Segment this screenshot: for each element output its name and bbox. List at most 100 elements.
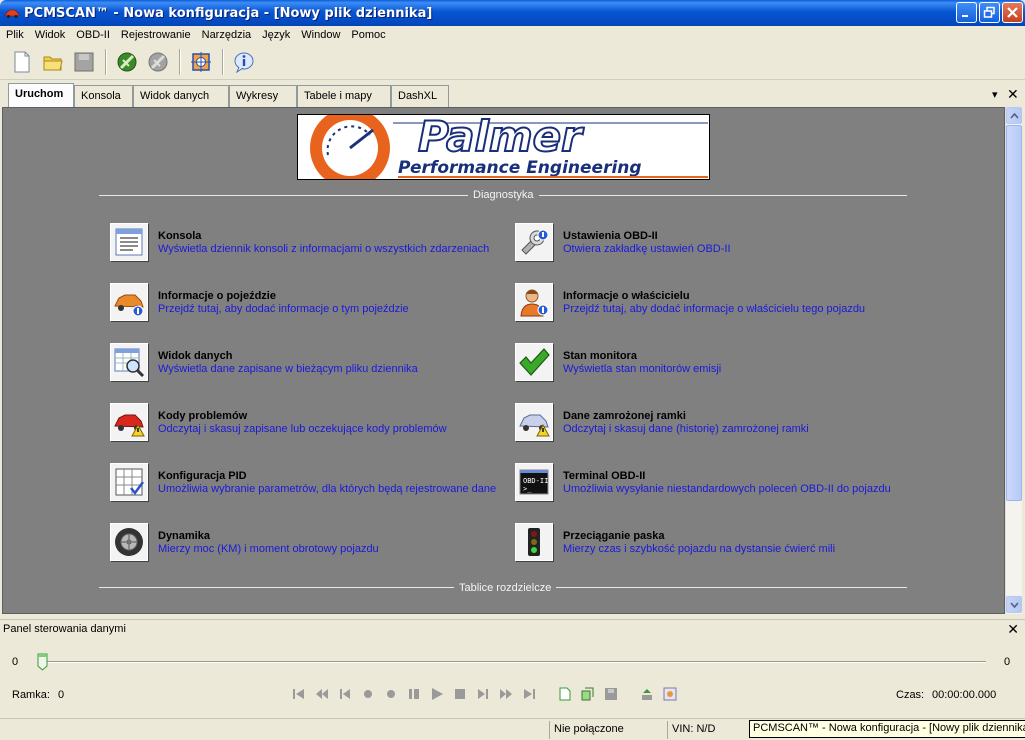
menu-logging[interactable]: Rejestrowanie <box>115 26 196 44</box>
scroll-up-button[interactable] <box>1006 107 1022 124</box>
entry-pid-config[interactable]: Konfiguracja PID Umożliwia wybranie para… <box>110 463 510 507</box>
entry-title[interactable]: Informacje o pojeździe <box>158 290 276 302</box>
tab-data-view[interactable]: Widok danych <box>133 85 229 107</box>
entry-description[interactable]: Odczytaj i skasuj dane (historię) zamroż… <box>563 423 809 435</box>
entry-icon-box[interactable] <box>515 403 553 441</box>
entry-icon-box[interactable] <box>515 343 553 381</box>
logo-tagline: Performance Engineering <box>398 158 642 178</box>
tab-console[interactable]: Konsola <box>74 85 133 107</box>
entry-icon-box[interactable] <box>515 283 553 321</box>
stop-frame-button[interactable] <box>406 686 422 702</box>
entry-title[interactable]: Konsola <box>158 230 201 242</box>
panel-close-icon[interactable]: ✕ <box>1007 621 1019 638</box>
entry-icon-box[interactable] <box>110 403 148 441</box>
menu-obd[interactable]: OBD-II <box>70 26 115 44</box>
entry-description[interactable]: Wyświetla dane zapisane w bieżącym pliku… <box>158 363 418 375</box>
entry-description[interactable]: Umożliwia wysyłanie niestandardowych pol… <box>563 483 891 495</box>
menu-view[interactable]: Widok <box>29 26 71 44</box>
entry-description[interactable]: Wyświetla stan monitorów emisji <box>563 363 721 375</box>
new-file-button[interactable] <box>8 48 36 76</box>
step-forward-button[interactable] <box>475 686 491 702</box>
playback-slider[interactable] <box>38 661 986 663</box>
entry-icon-box[interactable] <box>110 283 148 321</box>
entry-description[interactable]: Wyświetla dziennik konsoli z informacjam… <box>158 243 489 255</box>
entry-title[interactable]: Informacje o właścicielu <box>563 290 690 302</box>
entry-icon-box[interactable] <box>110 343 148 381</box>
last-frame-button[interactable] <box>521 686 537 702</box>
menu-help[interactable]: Pomoc <box>345 26 390 44</box>
entry-console[interactable]: Konsola Wyświetla dziennik konsoli z inf… <box>110 223 510 267</box>
menu-language[interactable]: Język <box>256 26 295 44</box>
pause-dot-button[interactable] <box>383 686 399 702</box>
title-bar[interactable]: PCMSCAN™ - Nowa konfiguracja - [Nowy pli… <box>0 0 1025 26</box>
entry-title[interactable]: Kody problemów <box>158 410 247 422</box>
entry-title[interactable]: Dynamika <box>158 530 210 542</box>
entry-title[interactable]: Dane zamrożonej ramki <box>563 410 686 422</box>
menu-tools[interactable]: Narzędzia <box>196 26 257 44</box>
entry-title[interactable]: Ustawienia OBD-II <box>563 230 658 242</box>
entry-title[interactable]: Przeciąganie paska <box>563 530 665 542</box>
entry-icon-box[interactable] <box>110 523 148 561</box>
connect-button[interactable] <box>113 48 141 76</box>
entry-owner-info[interactable]: Informacje o właścicielu Przejdź tutaj, … <box>515 283 915 327</box>
entry-monitor-status[interactable]: Stan monitora Wyświetla stan monitorów e… <box>515 343 915 387</box>
new-log-button[interactable] <box>557 686 573 702</box>
entry-dyno[interactable]: Dynamika Mierzy moc (KM) i moment obroto… <box>110 523 510 567</box>
restore-button[interactable] <box>979 2 1000 23</box>
scroll-thumb[interactable] <box>1006 125 1022 501</box>
entry-title[interactable]: Terminal OBD-II <box>563 470 645 482</box>
play-button[interactable] <box>429 686 445 702</box>
save-log-button[interactable] <box>603 686 619 702</box>
entry-description[interactable]: Mierzy czas i szybkość pojazdu na dystan… <box>563 543 835 555</box>
entry-description[interactable]: Otwiera zakładkę ustawień OBD-II <box>563 243 731 255</box>
entry-description[interactable]: Odczytaj i skasuj zapisane lub oczekując… <box>158 423 447 435</box>
entry-trouble-codes[interactable]: Kody problemów Odczytaj i skasuj zapisan… <box>110 403 510 447</box>
record-button[interactable] <box>360 686 376 702</box>
stop-button[interactable] <box>452 686 468 702</box>
scroll-down-button[interactable] <box>1006 596 1022 613</box>
open-folder-button[interactable] <box>39 48 67 76</box>
entry-icon-box[interactable] <box>515 523 553 561</box>
entry-obd-settings[interactable]: Ustawienia OBD-II Otwiera zakładkę ustaw… <box>515 223 915 267</box>
entry-drag-race[interactable]: Przeciąganie paska Mierzy czas i szybkoś… <box>515 523 915 567</box>
fast-rewind-button[interactable] <box>314 686 330 702</box>
tab-dashxl[interactable]: DashXL <box>391 85 449 107</box>
menu-window[interactable]: Window <box>295 26 345 44</box>
fast-forward-button[interactable] <box>498 686 514 702</box>
export-button[interactable] <box>639 686 655 702</box>
first-frame-button[interactable] <box>291 686 307 702</box>
tab-close-icon[interactable]: ✕ <box>1007 86 1019 103</box>
target-button[interactable] <box>187 48 215 76</box>
entry-terminal[interactable]: OBD-II >_ Terminal OBD-II Umożliwia wysył… <box>515 463 915 507</box>
save-button[interactable] <box>70 48 98 76</box>
minimize-button[interactable] <box>956 2 977 23</box>
tab-dropdown-icon[interactable]: ▾ <box>992 88 998 101</box>
entry-icon-box[interactable] <box>110 223 148 261</box>
slider-thumb[interactable] <box>37 653 48 671</box>
entry-title[interactable]: Widok danych <box>158 350 232 362</box>
entry-icon-box[interactable] <box>110 463 148 501</box>
disconnect-button[interactable] <box>144 48 172 76</box>
menu-file[interactable]: Plik <box>0 26 29 44</box>
entry-title[interactable]: Konfiguracja PID <box>158 470 247 482</box>
entry-vehicle-info[interactable]: Informacje o pojeździe Przejdź tutaj, ab… <box>110 283 510 327</box>
entry-description[interactable]: Umożliwia wybranie parametrów, dla który… <box>158 483 496 495</box>
entry-data-view[interactable]: Widok danych Wyświetla dane zapisane w b… <box>110 343 510 387</box>
entry-description[interactable]: Mierzy moc (KM) i moment obrotowy pojazd… <box>158 543 379 555</box>
tab-tables-maps[interactable]: Tabele i mapy <box>297 85 391 107</box>
tab-charts[interactable]: Wykresy <box>229 85 297 107</box>
entry-description[interactable]: Przejdź tutaj, aby dodać informacje o ty… <box>158 303 409 315</box>
entry-description[interactable]: Przejdź tutaj, aby dodać informacje o wł… <box>563 303 865 315</box>
open-log-button[interactable] <box>580 686 596 702</box>
entry-freeze-frame[interactable]: Dane zamrożonej ramki Odczytaj i skasuj … <box>515 403 915 447</box>
entry-icon-box[interactable]: OBD-II >_ <box>515 463 553 501</box>
close-button[interactable] <box>1002 2 1023 23</box>
entry-title[interactable]: Stan monitora <box>563 350 637 362</box>
data-control-panel: Panel sterowania danymi ✕ 0 0 Ramka: 0 C… <box>0 619 1025 715</box>
info-button[interactable] <box>230 48 258 76</box>
settings-grid-button[interactable] <box>662 686 678 702</box>
main-scrollbar[interactable] <box>1005 107 1022 614</box>
entry-icon-box[interactable] <box>515 223 553 261</box>
tab-start[interactable]: Uruchom <box>8 83 74 107</box>
step-back-button[interactable] <box>337 686 353 702</box>
